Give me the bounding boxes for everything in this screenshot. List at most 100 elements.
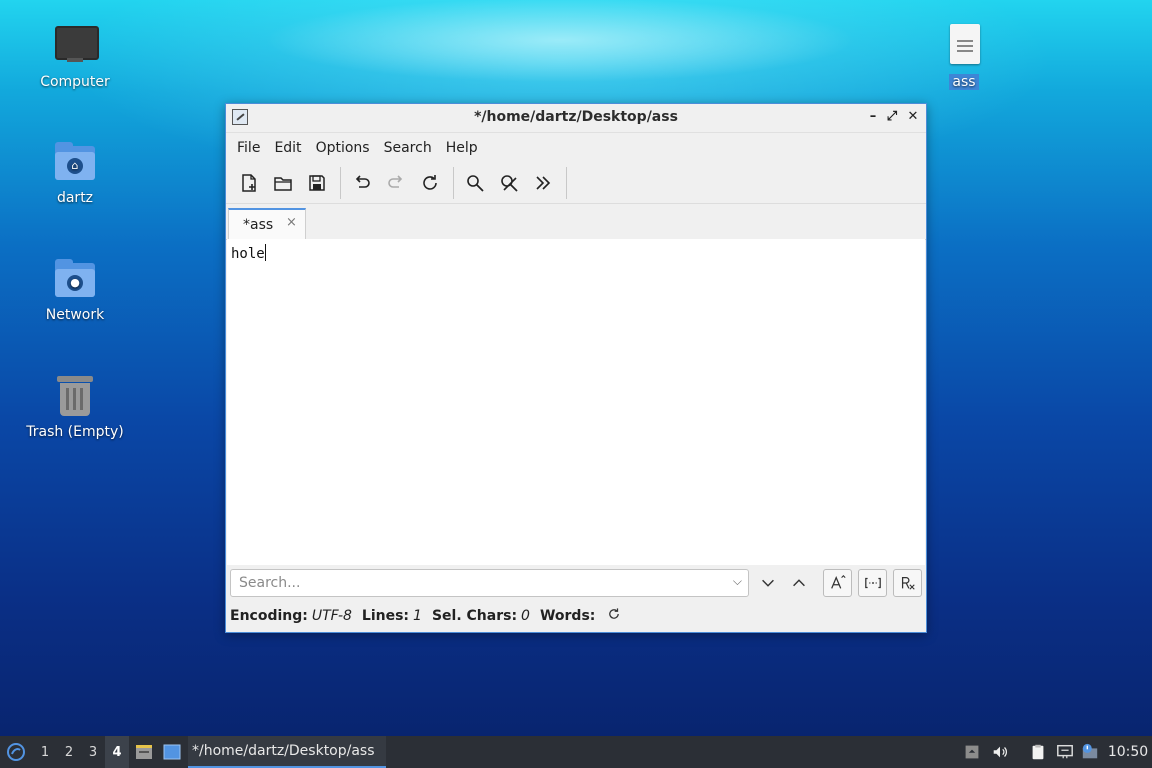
match-case-icon [830,575,846,589]
find-next-button[interactable] [755,570,781,596]
tab-label: *ass [243,217,274,233]
menu-help[interactable]: Help [439,136,485,160]
find-replace-icon [501,175,518,192]
regex-icon [901,576,915,590]
desktop-icon-label: dartz [56,190,94,206]
desktop-icon-network[interactable]: ● Network [20,255,130,323]
volume-button[interactable] [989,736,1011,768]
status-bar: Encoding: UTF-8 Lines: 1 Sel. Chars: 0 W… [230,604,621,628]
start-menu-button[interactable] [4,736,28,768]
taskbar-window-title: */home/dartz/Desktop/ass [192,743,375,759]
toolbar-separator [340,167,341,199]
network-wired-icon [1057,744,1073,759]
menu-search[interactable]: Search [377,136,439,160]
editor-content: hole [231,244,266,262]
file-manager-icon [136,745,152,759]
more-tools-button[interactable] [528,168,558,198]
redo-button[interactable] [381,168,411,198]
clipboard-tray-button[interactable] [1027,736,1049,768]
words-label: Words: [539,608,596,624]
tab-bar: *ass × [226,204,926,240]
new-file-icon [242,174,256,192]
regex-toggle[interactable] [893,569,922,597]
tab-ass[interactable]: *ass × [228,208,306,239]
find-replace-button[interactable] [494,168,524,198]
menu-edit[interactable]: Edit [267,136,308,160]
text-file-icon [940,22,988,70]
notification-tray-button[interactable] [1079,736,1101,768]
arrow-up-box-icon [965,745,979,759]
redo-icon [388,175,403,188]
notification-icon [1082,743,1098,759]
save-file-button[interactable] [302,168,332,198]
speaker-icon [993,746,1007,758]
menu-options[interactable]: Options [309,136,377,160]
search-bar: ⌵ [226,565,926,601]
find-button[interactable] [460,168,490,198]
taskbar-window-button[interactable]: */home/dartz/Desktop/ass [188,736,386,768]
save-icon [309,175,325,191]
match-case-toggle[interactable] [823,569,852,597]
magnifier-icon [467,175,484,192]
whole-word-toggle[interactable] [858,569,887,597]
double-chevron-right-icon [536,176,551,190]
desktop-icon-label: Computer [40,74,110,90]
toolbar [226,163,926,204]
sel-chars-label: Sel. Chars: [431,608,518,624]
text-editor-area[interactable]: hole [227,239,925,565]
open-folder-icon [274,177,292,191]
encoding-label: Encoding: [230,608,308,624]
desktop-icon [163,744,181,760]
whole-word-icon [864,577,881,589]
workspace-2[interactable]: 2 [57,736,81,768]
new-file-button[interactable] [234,168,264,198]
desktop-icon-ass-file[interactable]: ass [909,22,1019,90]
menubar: File Edit Options Search Help [226,133,926,163]
undo-icon [355,175,370,188]
refresh-icon [609,608,620,619]
sel-chars-value: 0 [521,608,530,624]
trash-icon [51,372,99,420]
tray-update-icon[interactable] [961,736,983,768]
workspace-1[interactable]: 1 [33,736,57,768]
maximize-button[interactable]: ⤢ [884,109,900,125]
chevron-up-icon [793,579,805,587]
find-previous-button[interactable] [786,570,812,596]
undo-button[interactable] [347,168,377,198]
desktop-icon-dartz[interactable]: ⌂ dartz [20,138,130,206]
network-folder-icon: ● [51,255,99,303]
editor-text: hole [231,246,265,262]
open-file-button[interactable] [268,168,298,198]
clock[interactable]: 10:50 [1106,736,1150,768]
encoding-value: UTF-8 [311,608,352,624]
lubuntu-logo-icon [7,743,25,761]
reload-icon [423,175,437,190]
search-combobox[interactable]: ⌵ [230,569,749,597]
search-input[interactable] [237,574,721,592]
taskbar: 1 2 3 4 */home/dartz/Desktop/ass 10:50 [0,736,1152,768]
home-folder-icon: ⌂ [51,138,99,186]
minimize-button[interactable]: – [865,109,881,125]
show-desktop-button[interactable] [161,736,183,768]
menu-file[interactable]: File [230,136,267,160]
refresh-word-count-button[interactable] [607,607,621,625]
workspace-3[interactable]: 3 [81,736,105,768]
lines-value: 1 [413,608,422,624]
lines-label: Lines: [361,608,410,624]
toolbar-separator [453,167,454,199]
reload-button[interactable] [415,168,445,198]
file-manager-launcher[interactable] [133,736,155,768]
desktop-icon-trash[interactable]: Trash (Empty) [20,372,130,440]
window-title: */home/dartz/Desktop/ass [474,109,678,125]
window-titlebar[interactable]: */home/dartz/Desktop/ass – ⤢ ✕ [226,104,926,133]
network-tray-button[interactable] [1054,736,1076,768]
tab-close-icon[interactable]: × [286,215,297,230]
desktop-icon-computer[interactable]: Computer [20,22,130,90]
workspace-4[interactable]: 4 [105,736,129,768]
clipboard-icon [1032,744,1044,760]
editor-window: */home/dartz/Desktop/ass – ⤢ ✕ File Edit… [225,103,927,633]
computer-icon [51,22,99,70]
close-window-button[interactable]: ✕ [905,109,921,125]
chevron-down-icon[interactable]: ⌵ [733,574,742,589]
desktop-icon-label: Trash (Empty) [26,424,124,440]
